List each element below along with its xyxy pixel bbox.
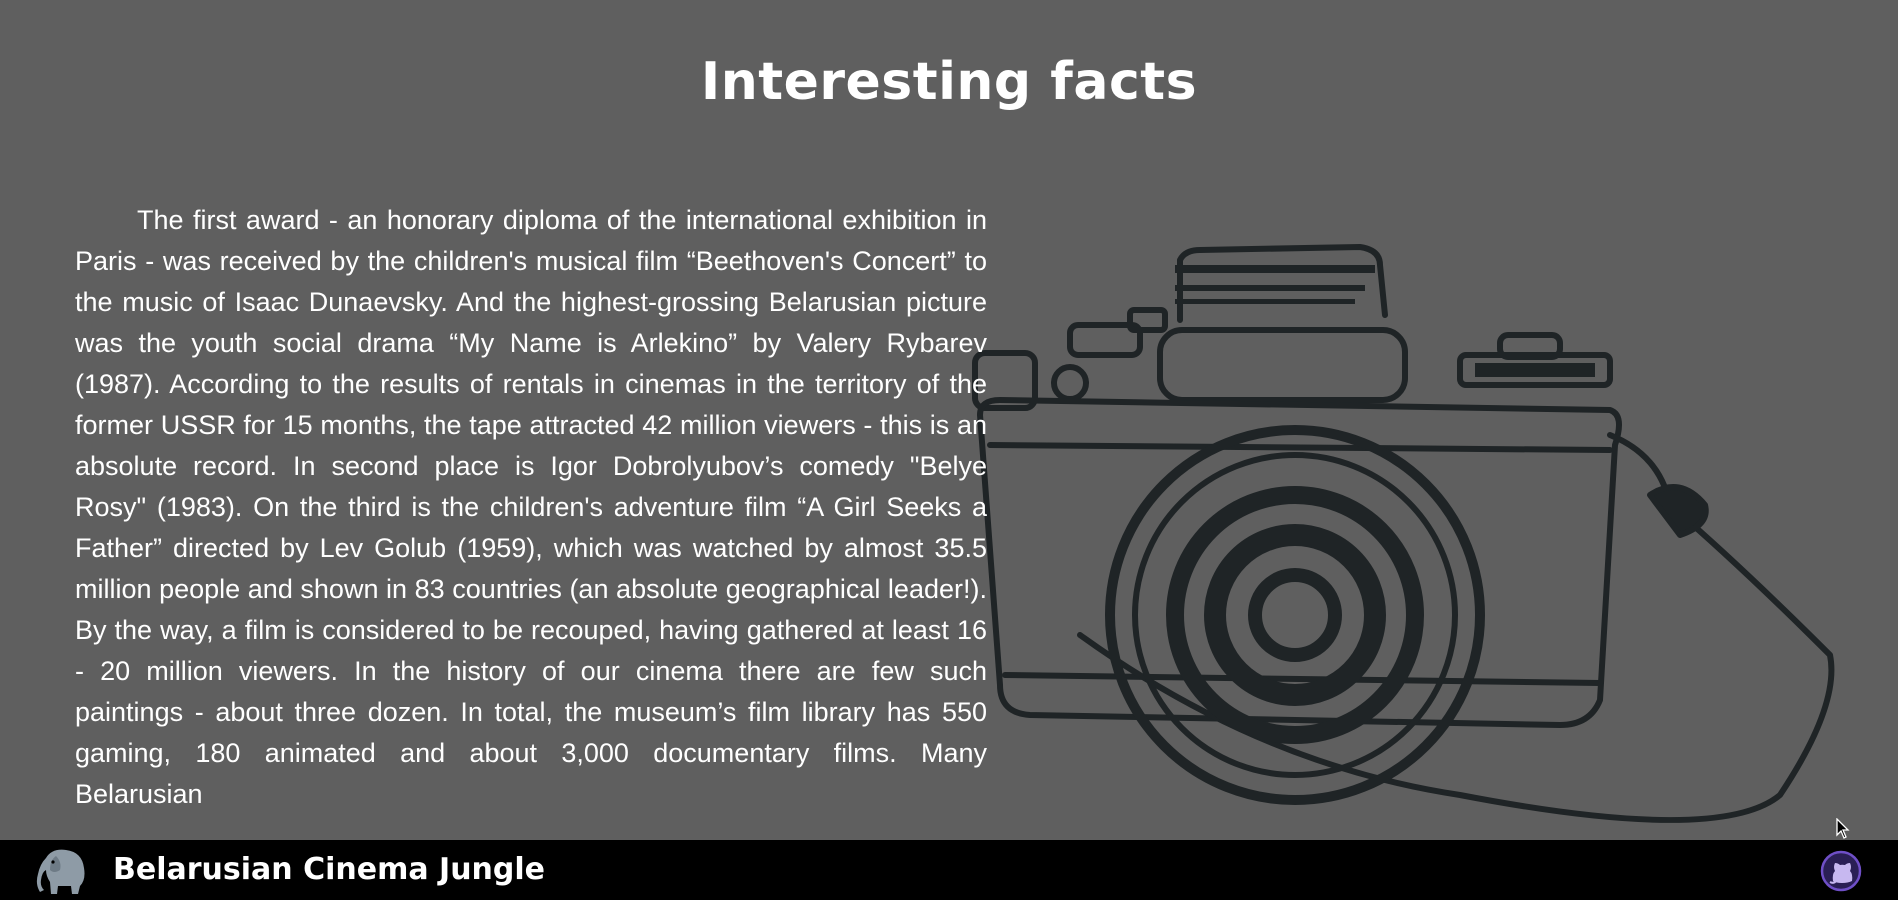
camera-illustration [972,244,1835,823]
github-icon[interactable] [1820,850,1862,892]
page-title: Interesting facts [700,52,1198,112]
brand-name[interactable]: Belarusian Cinema Jungle [113,852,545,887]
fact-paragraph: The first award - an honorary diploma of… [75,205,987,809]
mouse-cursor-icon [1836,818,1850,839]
footer: Belarusian Cinema Jungle [0,840,1898,900]
elephant-logo-icon[interactable] [36,846,92,896]
facts-section: The first award - an honorary diploma of… [75,200,987,840]
